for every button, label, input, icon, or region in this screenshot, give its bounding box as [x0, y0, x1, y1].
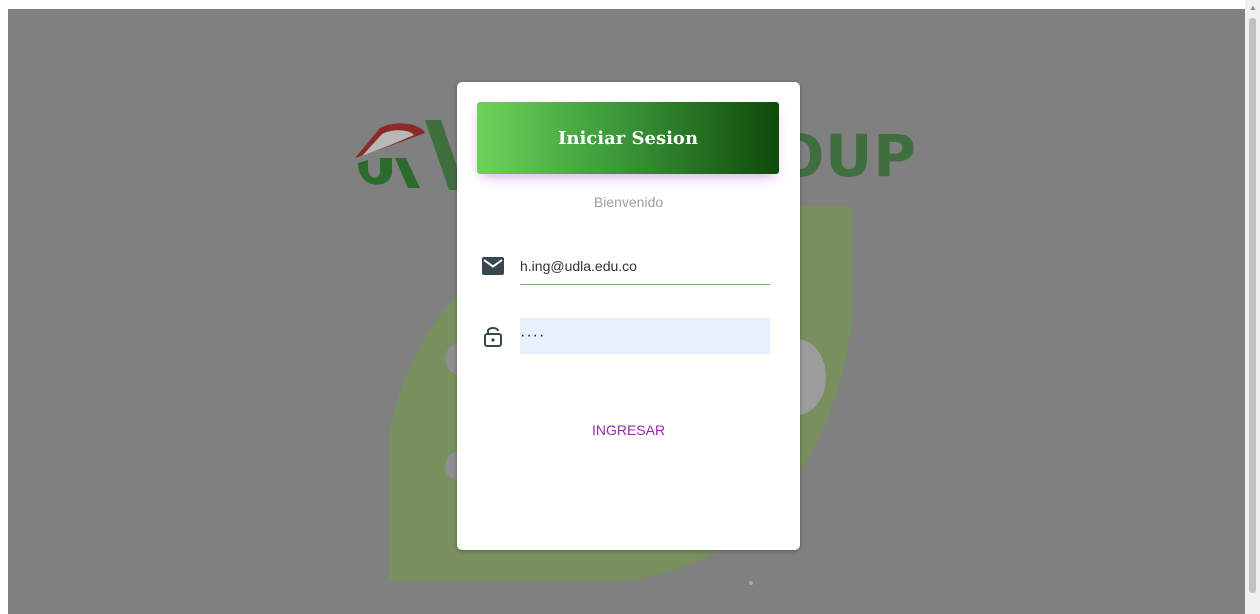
password-input[interactable] [520, 318, 770, 354]
login-title: Iniciar Sesion [557, 127, 699, 149]
email-field-row [481, 247, 771, 285]
login-card: Iniciar Sesion Bienvenido INGRESAR [457, 82, 800, 550]
scrollbar-thumb[interactable] [1249, 18, 1256, 593]
email-input[interactable] [520, 247, 770, 285]
toucan-logo-icon [355, 123, 425, 188]
scroll-up-icon[interactable]: ▲ [1249, 3, 1257, 12]
password-field-row [481, 318, 771, 354]
mail-icon [481, 254, 505, 278]
page-scrollbar[interactable]: ▲ [1245, 0, 1260, 614]
background-dot [749, 581, 753, 585]
login-subtitle: Bienvenido [593, 194, 664, 210]
login-submit-button[interactable]: INGRESAR [567, 415, 690, 445]
lock-icon [481, 324, 505, 348]
login-card-header: Iniciar Sesion [477, 102, 779, 174]
